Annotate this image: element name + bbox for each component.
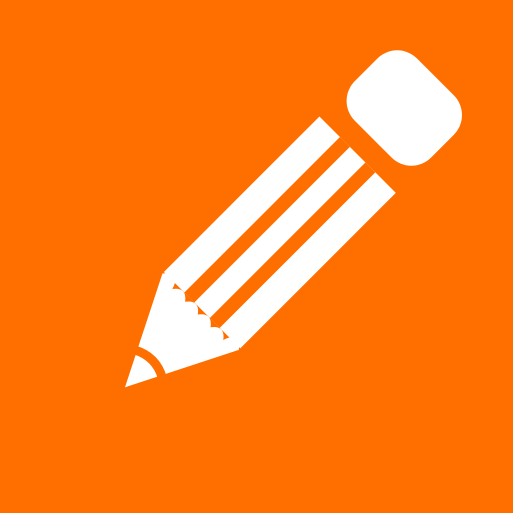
pencil-icon [0, 0, 513, 513]
app-icon-tile [0, 0, 513, 513]
